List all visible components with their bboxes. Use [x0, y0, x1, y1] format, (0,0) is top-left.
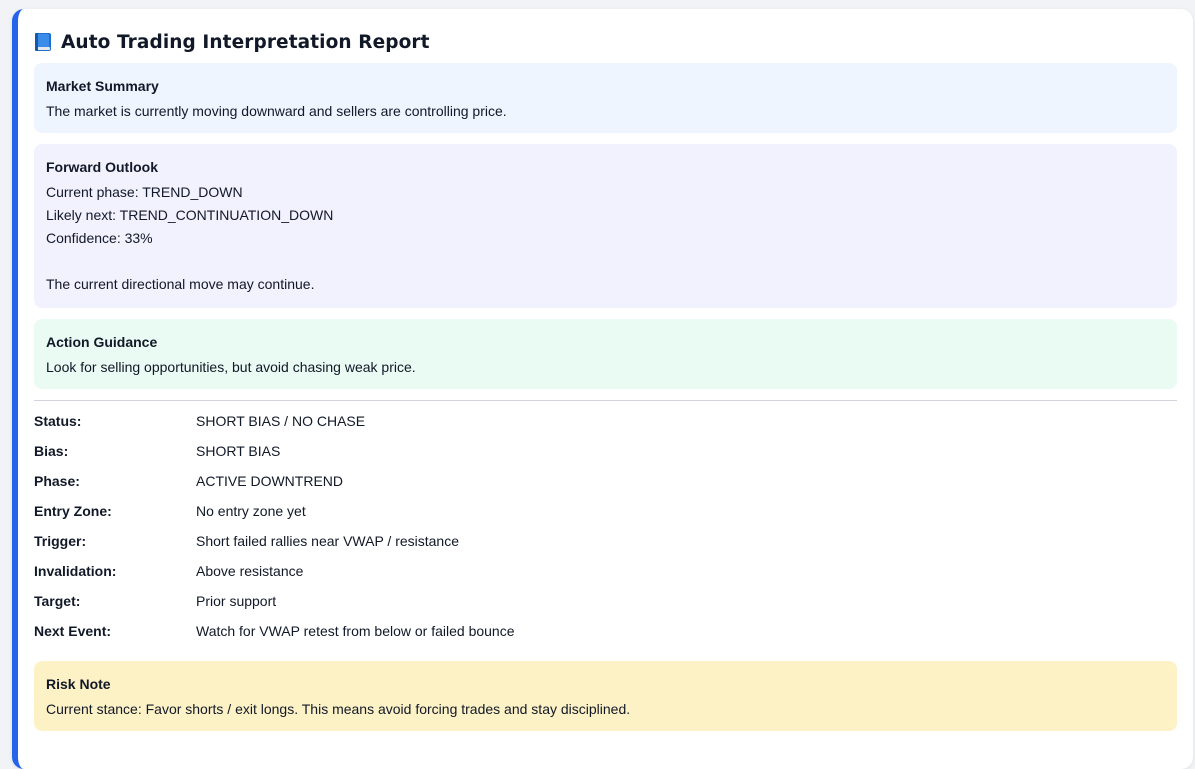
detail-row-invalidation: Invalidation: Above resistance: [34, 563, 1177, 593]
entry-zone-value: No entry zone yet: [196, 503, 306, 519]
detail-row-entry-zone: Entry Zone: No entry zone yet: [34, 503, 1177, 533]
likely-next-text: Likely next: TREND_CONTINUATION_DOWN: [46, 207, 334, 223]
details-table: Status: SHORT BIAS / NO CHASE Bias: SHOR…: [34, 413, 1177, 653]
blue-book-icon: [34, 32, 52, 52]
detail-row-bias: Bias: SHORT BIAS: [34, 443, 1177, 473]
trigger-value: Short failed rallies near VWAP / resista…: [196, 533, 460, 549]
forward-outlook-heading: Forward Outlook: [46, 159, 158, 175]
invalidation-value: Above resistance: [196, 563, 304, 579]
market-summary-panel: Market Summary The market is currently m…: [34, 63, 1177, 133]
detail-row-target: Target: Prior support: [34, 593, 1177, 623]
bias-value: SHORT BIAS: [196, 443, 281, 459]
phase-label: Phase:: [34, 473, 80, 489]
forward-outlook-panel: Forward Outlook Current phase: TREND_DOW…: [34, 144, 1177, 308]
action-guidance-panel: Action Guidance Look for selling opportu…: [34, 319, 1177, 389]
market-summary-heading: Market Summary: [46, 78, 159, 94]
report-title: Auto Trading Interpretation Report: [61, 31, 430, 53]
trigger-label: Trigger:: [34, 533, 87, 549]
risk-note-text: Current stance: Favor shorts / exit long…: [46, 701, 631, 717]
status-value: SHORT BIAS / NO CHASE: [196, 413, 366, 429]
bias-label: Bias:: [34, 443, 69, 459]
invalidation-label: Invalidation:: [34, 563, 117, 579]
confidence-text: Confidence: 33%: [46, 230, 153, 246]
section-divider: [34, 400, 1177, 401]
risk-note-panel: Risk Note Current stance: Favor shorts /…: [34, 661, 1177, 731]
detail-row-phase: Phase: ACTIVE DOWNTREND: [34, 473, 1177, 503]
target-label: Target:: [34, 593, 81, 609]
outlook-note-text: The current directional move may continu…: [46, 276, 315, 292]
detail-row-next-event: Next Event: Watch for VWAP retest from b…: [34, 623, 1177, 653]
target-value: Prior support: [196, 593, 277, 609]
action-guidance-heading: Action Guidance: [46, 334, 158, 350]
report-header: Auto Trading Interpretation Report: [34, 29, 1177, 55]
next-event-value: Watch for VWAP retest from below or fail…: [196, 623, 515, 639]
detail-row-status: Status: SHORT BIAS / NO CHASE: [34, 413, 1177, 443]
market-summary-text: The market is currently moving downward …: [46, 103, 507, 119]
status-label: Status:: [34, 413, 82, 429]
phase-value: ACTIVE DOWNTREND: [196, 473, 343, 489]
action-guidance-text: Look for selling opportunities, but avoi…: [46, 359, 416, 375]
risk-note-heading: Risk Note: [46, 676, 111, 692]
next-event-label: Next Event:: [34, 623, 112, 639]
current-phase-text: Current phase: TREND_DOWN: [46, 184, 243, 200]
entry-zone-label: Entry Zone:: [34, 503, 112, 519]
report-card: Auto Trading Interpretation Report Marke…: [12, 9, 1193, 769]
detail-row-trigger: Trigger: Short failed rallies near VWAP …: [34, 533, 1177, 563]
